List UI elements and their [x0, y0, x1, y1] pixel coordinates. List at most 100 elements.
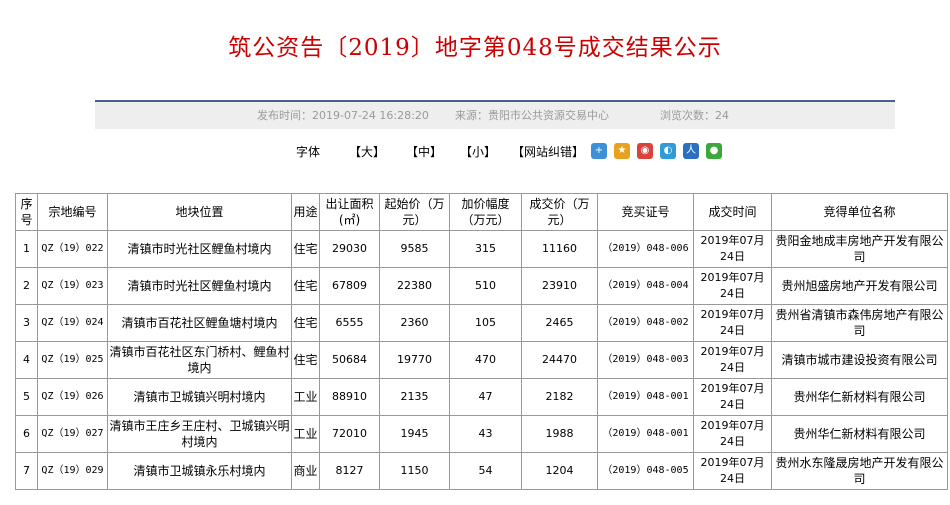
cell-area: 29030: [319, 230, 380, 268]
header-location: 地块位置: [107, 193, 292, 231]
cell-start-price: 2360: [379, 304, 450, 342]
page-title: 筑公资告〔2019〕地字第048号成交结果公示: [228, 35, 722, 61]
font-medium-button[interactable]: 【中】: [406, 143, 442, 160]
cell-increase: 315: [449, 230, 522, 268]
header-use: 用途: [291, 193, 320, 231]
cell-location: 清镇市百花社区东门桥村、鲤鱼村境内: [107, 341, 292, 379]
cell-index: 6: [15, 415, 38, 453]
font-small-button[interactable]: 【小】: [460, 143, 496, 160]
cell-deal-time: 2019年07月24日: [693, 415, 772, 453]
table-row: 7 QZ（19）029 清镇市卫城镇永乐村境内 商业 8127 1150 54 …: [15, 452, 948, 490]
cell-use: 商业: [291, 452, 320, 490]
header-deal-time: 成交时间: [693, 193, 772, 231]
font-size-toolbar: 字体 【大】 【中】 【小】 【网站纠错】 + ★ ◉ ◐ 人 ●: [0, 140, 950, 162]
cell-start-price: 9585: [379, 230, 450, 268]
cell-final-price: 23910: [521, 267, 598, 305]
cell-increase: 105: [449, 304, 522, 342]
cell-location: 清镇市时光社区鲤鱼村境内: [107, 267, 292, 305]
cell-deal-time: 2019年07月24日: [693, 378, 772, 416]
cell-index: 7: [15, 452, 38, 490]
cell-winner: 贵州省清镇市森伟房地产有限公司: [771, 304, 948, 342]
table-header-row: 序号 宗地编号 地块位置 用途 出让面积(㎡) 起始价（万元） 加价幅度（万元）…: [15, 193, 948, 231]
cell-cert-no: （2019）048-005: [597, 452, 694, 490]
cell-use: 住宅: [291, 230, 320, 268]
cell-final-price: 2465: [521, 304, 598, 342]
cell-cert-no: （2019）048-003: [597, 341, 694, 379]
publish-time: 发布时间：2019-07-24 16:28:20: [257, 109, 429, 122]
cell-parcel-id: QZ（19）026: [37, 378, 108, 416]
header-winner: 竞得单位名称: [771, 193, 948, 231]
cell-parcel-id: QZ（19）024: [37, 304, 108, 342]
cell-increase: 54: [449, 452, 522, 490]
add-icon[interactable]: +: [591, 143, 607, 159]
table-row: 6 QZ（19）027 清镇市王庄乡王庄村、卫城镇兴明村境内 工业 72010 …: [15, 415, 948, 453]
table-row: 2 QZ（19）023 清镇市时光社区鲤鱼村境内 住宅 67809 22380 …: [15, 267, 948, 305]
cell-use: 住宅: [291, 267, 320, 305]
cell-cert-no: （2019）048-006: [597, 230, 694, 268]
zone-icon[interactable]: ◐: [660, 143, 676, 159]
cell-location: 清镇市王庄乡王庄村、卫城镇兴明村境内: [107, 415, 292, 453]
cell-cert-no: （2019）048-002: [597, 304, 694, 342]
cell-winner: 贵州华仁新材料有限公司: [771, 415, 948, 453]
cell-index: 4: [15, 341, 38, 379]
cell-location: 清镇市卫城镇永乐村境内: [107, 452, 292, 490]
cell-area: 6555: [319, 304, 380, 342]
header-parcel-id: 宗地编号: [37, 193, 108, 231]
cell-area: 50684: [319, 341, 380, 379]
cell-use: 工业: [291, 415, 320, 453]
cell-increase: 470: [449, 341, 522, 379]
cell-parcel-id: QZ（19）022: [37, 230, 108, 268]
cell-parcel-id: QZ（19）025: [37, 341, 108, 379]
cell-use: 工业: [291, 378, 320, 416]
transaction-results-table: 序号 宗地编号 地块位置 用途 出让面积(㎡) 起始价（万元） 加价幅度（万元）…: [15, 193, 948, 490]
cell-increase: 510: [449, 267, 522, 305]
header-cert-no: 竞买证号: [597, 193, 694, 231]
font-size-label: 字体: [296, 145, 321, 159]
cell-cert-no: （2019）048-004: [597, 267, 694, 305]
cell-final-price: 24470: [521, 341, 598, 379]
cell-index: 1: [15, 230, 38, 268]
cell-start-price: 1150: [379, 452, 450, 490]
cell-location: 清镇市百花社区鲤鱼塘村境内: [107, 304, 292, 342]
table-row: 4 QZ（19）025 清镇市百花社区东门桥村、鲤鱼村境内 住宅 50684 1…: [15, 341, 948, 379]
header-final-price: 成交价（万元）: [521, 193, 598, 231]
cell-winner: 贵州华仁新材料有限公司: [771, 378, 948, 416]
cell-parcel-id: QZ（19）029: [37, 452, 108, 490]
cell-index: 5: [15, 378, 38, 416]
cell-index: 3: [15, 304, 38, 342]
cell-parcel-id: QZ（19）023: [37, 267, 108, 305]
cell-final-price: 1204: [521, 452, 598, 490]
star-icon[interactable]: ★: [614, 143, 630, 159]
cell-deal-time: 2019年07月24日: [693, 267, 772, 305]
wechat-icon[interactable]: ●: [706, 143, 722, 159]
view-count: 浏览次数：24: [660, 109, 729, 122]
header-increase: 加价幅度（万元）: [449, 193, 522, 231]
table-row: 1 QZ（19）022 清镇市时光社区鲤鱼村境内 住宅 29030 9585 3…: [15, 230, 948, 268]
cell-start-price: 19770: [379, 341, 450, 379]
cell-increase: 43: [449, 415, 522, 453]
cell-deal-time: 2019年07月24日: [693, 341, 772, 379]
cell-winner: 贵阳金地成丰房地产开发有限公司: [771, 230, 948, 268]
cell-cert-no: （2019）048-001: [597, 415, 694, 453]
cell-start-price: 1945: [379, 415, 450, 453]
cell-deal-time: 2019年07月24日: [693, 452, 772, 490]
weibo-icon[interactable]: ◉: [637, 143, 653, 159]
header-start-price: 起始价（万元）: [379, 193, 450, 231]
cell-location: 清镇市卫城镇兴明村境内: [107, 378, 292, 416]
cell-cert-no: （2019）048-001: [597, 378, 694, 416]
cell-area: 67809: [319, 267, 380, 305]
cell-index: 2: [15, 267, 38, 305]
cell-area: 88910: [319, 378, 380, 416]
cell-winner: 贵州旭盛房地产开发有限公司: [771, 267, 948, 305]
cell-final-price: 11160: [521, 230, 598, 268]
article-meta-bar: 发布时间：2019-07-24 16:28:20 来源：贵阳市公共资源交易中心 …: [95, 100, 895, 129]
report-error-link[interactable]: 【网站纠错】: [512, 143, 584, 160]
cell-final-price: 1988: [521, 415, 598, 453]
cell-area: 72010: [319, 415, 380, 453]
cell-location: 清镇市时光社区鲤鱼村境内: [107, 230, 292, 268]
font-large-button[interactable]: 【大】: [349, 143, 385, 160]
cell-area: 8127: [319, 452, 380, 490]
renren-icon[interactable]: 人: [683, 143, 699, 159]
header-area: 出让面积(㎡): [319, 193, 380, 231]
cell-use: 住宅: [291, 341, 320, 379]
